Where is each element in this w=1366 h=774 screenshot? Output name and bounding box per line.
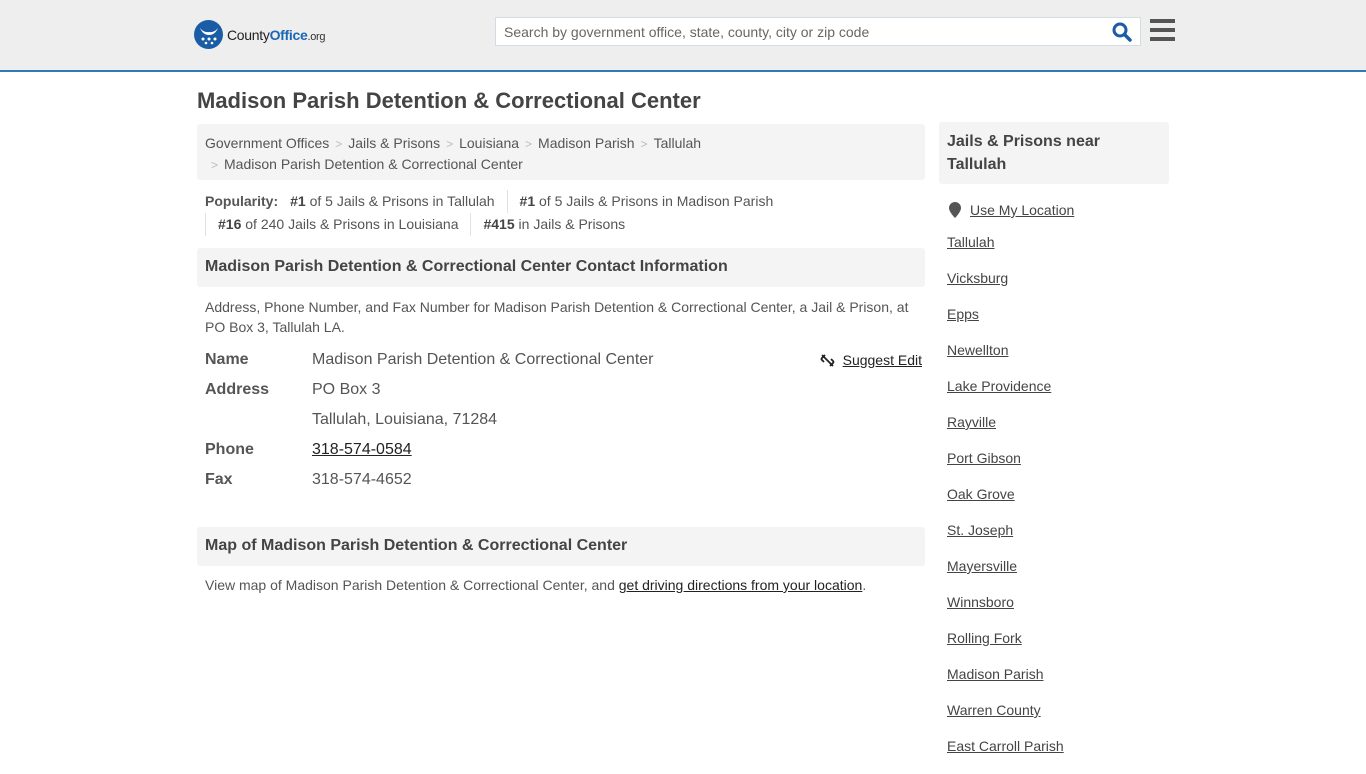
nearby-link[interactable]: Port Gibson <box>947 450 1021 466</box>
popularity-item: #16 of 240 Jails & Prisons in Louisiana <box>205 213 470 236</box>
contact-description: Address, Phone Number, and Fax Number fo… <box>205 299 909 335</box>
name-row: Name Madison Parish Detention & Correctio… <box>205 345 925 375</box>
list-item: Vicksburg <box>947 270 1169 306</box>
nearby-link[interactable]: Madison Parish <box>947 666 1044 682</box>
nearby-link[interactable]: East Carroll Parish <box>947 738 1064 754</box>
nearby-link[interactable]: Newellton <box>947 342 1008 358</box>
sidebar-heading: Jails & Prisons near Tallulah <box>939 122 1169 184</box>
fax-value: 318-574-4652 <box>312 471 412 488</box>
nearby-link[interactable]: Epps <box>947 306 979 322</box>
nearby-link[interactable]: Rayville <box>947 414 996 430</box>
breadcrumb-separator-icon: > <box>525 137 533 151</box>
site-logo[interactable]: CountyOffice.org <box>194 20 326 49</box>
breadcrumb-separator-icon: > <box>211 158 219 172</box>
breadcrumb-jails-prisons[interactable]: Jails & Prisons <box>348 135 440 151</box>
address-row: Address PO Box 3 <box>205 375 925 405</box>
list-item: Warren County <box>947 702 1169 738</box>
list-item: Madison Parish <box>947 666 1169 702</box>
list-item: Mayersville <box>947 558 1169 594</box>
map-section: Map of Madison Parish Detention & Correc… <box>197 527 925 595</box>
list-item: St. Joseph <box>947 522 1169 558</box>
page-title: Madison Parish Detention & Correctional … <box>197 88 701 113</box>
nearby-list: Tallulah Vicksburg Epps Newellton Lake P… <box>939 234 1169 774</box>
sidebar: Jails & Prisons near Tallulah Use My Loc… <box>939 122 1169 774</box>
eagle-logo-icon <box>194 20 223 49</box>
address-line2: Tallulah, Louisiana, 71284 <box>312 411 498 428</box>
use-my-location-link[interactable]: Use My Location <box>970 202 1074 218</box>
driving-directions-link[interactable]: get driving directions from your locatio… <box>619 577 863 593</box>
breadcrumb-louisiana[interactable]: Louisiana <box>459 135 519 151</box>
list-item: Winnsboro <box>947 594 1169 630</box>
map-heading: Map of Madison Parish Detention & Correc… <box>197 527 925 566</box>
list-item: East Carroll Parish <box>947 738 1169 774</box>
nearby-link[interactable]: Oak Grove <box>947 486 1015 502</box>
nearby-link[interactable]: Vicksburg <box>947 270 1008 286</box>
breadcrumb-government-offices[interactable]: Government Offices <box>205 135 329 151</box>
breadcrumb-madison-parish[interactable]: Madison Parish <box>538 135 635 151</box>
popularity: Popularity: #1 of 5 Jails & Prisons in T… <box>197 180 925 236</box>
list-item: Tallulah <box>947 234 1169 270</box>
nearby-link[interactable]: St. Joseph <box>947 522 1013 538</box>
nearby-link[interactable]: Rolling Fork <box>947 630 1022 646</box>
list-item: Port Gibson <box>947 450 1169 486</box>
nearby-link[interactable]: Lake Providence <box>947 378 1051 394</box>
phone-link[interactable]: 318-574-0584 <box>312 441 412 458</box>
breadcrumb-current: Madison Parish Detention & Correctional … <box>224 156 523 172</box>
map-pin-icon <box>949 202 961 218</box>
main-content: Government Offices > Jails & Prisons > Louis… <box>197 124 925 595</box>
map-description: View map of Madison Parish Detention & C… <box>205 577 867 593</box>
contact-section: Madison Parish Detention & Correctional … <box>197 248 925 495</box>
address-line1: PO Box 3 <box>312 381 381 398</box>
list-item: Rolling Fork <box>947 630 1169 666</box>
address-row-2: Tallulah, Louisiana, 71284 <box>205 405 925 435</box>
breadcrumb: Government Offices > Jails & Prisons > Louis… <box>197 124 925 180</box>
hamburger-menu-icon[interactable] <box>1150 19 1175 41</box>
nearby-link[interactable]: Warren County <box>947 702 1041 718</box>
nearby-link[interactable]: Tallulah <box>947 234 994 250</box>
logo-text: CountyOffice.org <box>227 26 326 43</box>
fax-row: Fax 318-574-4652 <box>205 465 925 495</box>
suggest-edit-link[interactable]: Suggest Edit <box>820 347 922 373</box>
nearby-link[interactable]: Mayersville <box>947 558 1017 574</box>
broken-link-icon <box>820 353 835 367</box>
contact-info: Suggest Edit Name Madison Parish Detentio… <box>197 345 925 495</box>
popularity-label: Popularity: <box>205 193 279 209</box>
popularity-item: #1 of 5 Jails & Prisons in Madison Paris… <box>506 190 786 213</box>
list-item: Newellton <box>947 342 1169 378</box>
search-box <box>495 17 1141 46</box>
list-item: Oak Grove <box>947 486 1169 522</box>
contact-heading: Madison Parish Detention & Correctional … <box>197 248 925 287</box>
top-header: CountyOffice.org <box>0 0 1366 72</box>
list-item: Epps <box>947 306 1169 342</box>
list-item: Rayville <box>947 414 1169 450</box>
list-item: Lake Providence <box>947 378 1169 414</box>
nearby-link[interactable]: Winnsboro <box>947 594 1014 610</box>
popularity-item: #415 in Jails & Prisons <box>470 213 637 236</box>
phone-row: Phone 318-574-0584 <box>205 441 412 458</box>
name-value: Madison Parish Detention & Correctional … <box>312 351 654 368</box>
search-input[interactable] <box>496 18 1096 45</box>
breadcrumb-tallulah[interactable]: Tallulah <box>654 135 701 151</box>
breadcrumb-separator-icon: > <box>335 137 343 151</box>
use-location: Use My Location <box>939 202 1169 218</box>
popularity-item: #1 of 5 Jails & Prisons in Tallulah <box>290 193 495 209</box>
breadcrumb-separator-icon: > <box>640 137 648 151</box>
breadcrumb-separator-icon: > <box>446 137 454 151</box>
search-icon[interactable] <box>1112 22 1134 42</box>
